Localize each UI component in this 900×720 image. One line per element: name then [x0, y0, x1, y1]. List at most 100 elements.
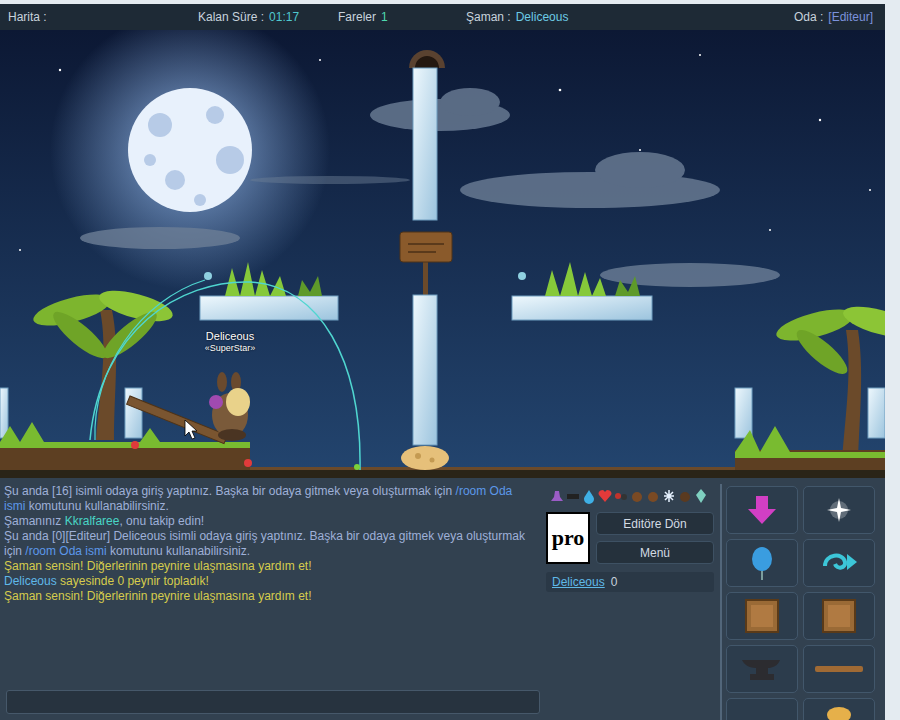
- tool-slot[interactable]: [726, 645, 798, 693]
- tool-slot[interactable]: [803, 592, 875, 640]
- player-name: Deliceous: [190, 330, 270, 343]
- bar-icon[interactable]: [566, 488, 580, 504]
- anchor-dot: [354, 464, 360, 470]
- ice-block: [868, 388, 885, 438]
- acorn-icon[interactable]: [646, 488, 660, 504]
- wooden-sign-icon: [400, 232, 452, 295]
- mouse-icon[interactable]: [209, 372, 250, 441]
- chat-message: Şu anda [0][Editeur] Deliceous isimli od…: [4, 529, 536, 559]
- cheese-icon: [401, 446, 449, 470]
- player-title: «SuperStar»: [190, 343, 270, 353]
- menu-button[interactable]: Menü: [596, 541, 714, 564]
- anchor-dot: [244, 459, 252, 467]
- hat-icon[interactable]: [550, 488, 564, 504]
- chat-segment: Şaman sensin! Diğerlerinin peynire ulaşm…: [4, 589, 311, 603]
- hud-label: Harita :: [8, 10, 47, 24]
- floor: [0, 470, 885, 478]
- chat-message: Şaman sensin! Diğerlerinin peynire ulaşm…: [4, 589, 536, 604]
- swirl-icon: [811, 544, 867, 582]
- cursor-icon: [185, 420, 197, 439]
- tool-slot[interactable]: [803, 698, 875, 720]
- player-list-name: Deliceous: [552, 575, 605, 589]
- acorn-icon[interactable]: [630, 488, 644, 504]
- tool-slot[interactable]: [803, 539, 875, 587]
- side-panel: pro Editöre Dön Menü Deliceous 0: [546, 484, 714, 720]
- hud-item: Kalan Süre : 01:17: [198, 10, 338, 24]
- chat-segment: sayesinde 0 peynir topladık!: [57, 574, 209, 588]
- player-nametag: Deliceous «SuperStar»: [190, 330, 270, 353]
- balloon-icon: [734, 544, 790, 582]
- crate-icon: [811, 597, 867, 635]
- hud-item: Oda : [Editeur]: [794, 10, 873, 24]
- nut-icon[interactable]: [678, 488, 692, 504]
- ice-pillar-top: [413, 68, 437, 220]
- tool-slot[interactable]: [726, 698, 798, 720]
- heart-icon[interactable]: [598, 488, 612, 504]
- tool-slot[interactable]: [803, 486, 875, 534]
- tool-slot[interactable]: [726, 539, 798, 587]
- ice-block: [735, 388, 752, 438]
- tool-grid: [726, 486, 881, 720]
- drop-icon[interactable]: [582, 488, 596, 504]
- chat-message: Şu anda [16] isimli odaya giriş yaptınız…: [4, 484, 536, 514]
- chat-segment: Deliceous: [4, 574, 57, 588]
- chat-message: Şamanınız Kkralfaree, onu takip edin!: [4, 514, 536, 529]
- game-window: Harita : Kalan Süre : 01:17Fareler 1Şama…: [0, 0, 900, 720]
- plank-icon: [811, 650, 867, 688]
- hud-item: Harita :: [8, 10, 198, 24]
- chat-segment: Şaman sensin! Diğerlerinin peynire ulaşm…: [4, 559, 311, 573]
- hud-item: Fareler 1: [338, 10, 466, 24]
- bottom-panel: Şu anda [16] isimli odaya giriş yaptınız…: [0, 478, 885, 720]
- chat-segment: Şamanınız: [4, 514, 65, 528]
- ice-pillar-bottom: [413, 295, 437, 445]
- chat-segment: komutunu kullanabilirsiniz.: [25, 499, 168, 513]
- sparkle-icon: [811, 491, 867, 529]
- pro-badge: pro: [546, 512, 590, 564]
- crystal-icon[interactable]: [694, 488, 708, 504]
- menu-button[interactable]: Editöre Dön: [596, 512, 714, 535]
- wooden-plank: [127, 396, 228, 444]
- grass-tufts: [204, 262, 640, 296]
- blank-icon: [734, 703, 790, 720]
- hud-item: Şaman : Deliceous: [466, 10, 794, 24]
- chat-message: Deliceous sayesinde 0 peynir topladık!: [4, 574, 536, 589]
- chat-segment: , onu takip edin!: [119, 514, 204, 528]
- tools-panel: [720, 484, 885, 720]
- scene-backdrop: [0, 30, 885, 478]
- chat-panel: Şu anda [16] isimli odaya giriş yaptınız…: [0, 484, 540, 720]
- button-group: Editöre Dön Menü: [596, 512, 714, 564]
- arrow-icon: [734, 491, 790, 529]
- ice-block: [125, 388, 142, 438]
- chat-message: Şaman sensin! Diğerlerinin peynire ulaşm…: [4, 559, 536, 574]
- tool-slot[interactable]: [803, 645, 875, 693]
- shaman-items: [546, 484, 714, 504]
- tool-slot[interactable]: [726, 592, 798, 640]
- chat-segment: komutunu kullanabilirsiniz.: [107, 544, 250, 558]
- ice-platform-right: [512, 296, 652, 320]
- hud-value: [Editeur]: [828, 10, 873, 24]
- player-row[interactable]: Deliceous 0: [546, 572, 714, 592]
- hud-label: Kalan Süre :: [198, 10, 264, 24]
- flake-icon[interactable]: [662, 488, 676, 504]
- hud-value: 1: [381, 10, 388, 24]
- tool-slot[interactable]: [726, 486, 798, 534]
- ice-block: [0, 388, 8, 438]
- dots-icon[interactable]: [614, 488, 628, 504]
- player-score: 0: [611, 575, 618, 589]
- hud-label: Şaman :: [466, 10, 511, 24]
- hud-value: 01:17: [269, 10, 299, 24]
- crate-icon: [734, 597, 790, 635]
- anchor-dot: [131, 441, 139, 449]
- anvil-icon: [734, 650, 790, 688]
- chat-input[interactable]: [6, 690, 540, 714]
- hud-label: Fareler: [338, 10, 376, 24]
- game-frame: Harita : Kalan Süre : 01:17Fareler 1Şama…: [0, 4, 885, 720]
- game-scene[interactable]: Deliceous «SuperStar»: [0, 30, 885, 478]
- floor-edge: [250, 467, 735, 470]
- spawn-arc: [95, 280, 205, 440]
- cheese-icon: [811, 703, 867, 720]
- hud-bar: Harita : Kalan Süre : 01:17Fareler 1Şama…: [0, 4, 885, 30]
- mouse-hole-icon: [409, 50, 445, 68]
- moon-glow: [50, 30, 330, 290]
- right-palm-icon: [773, 301, 885, 460]
